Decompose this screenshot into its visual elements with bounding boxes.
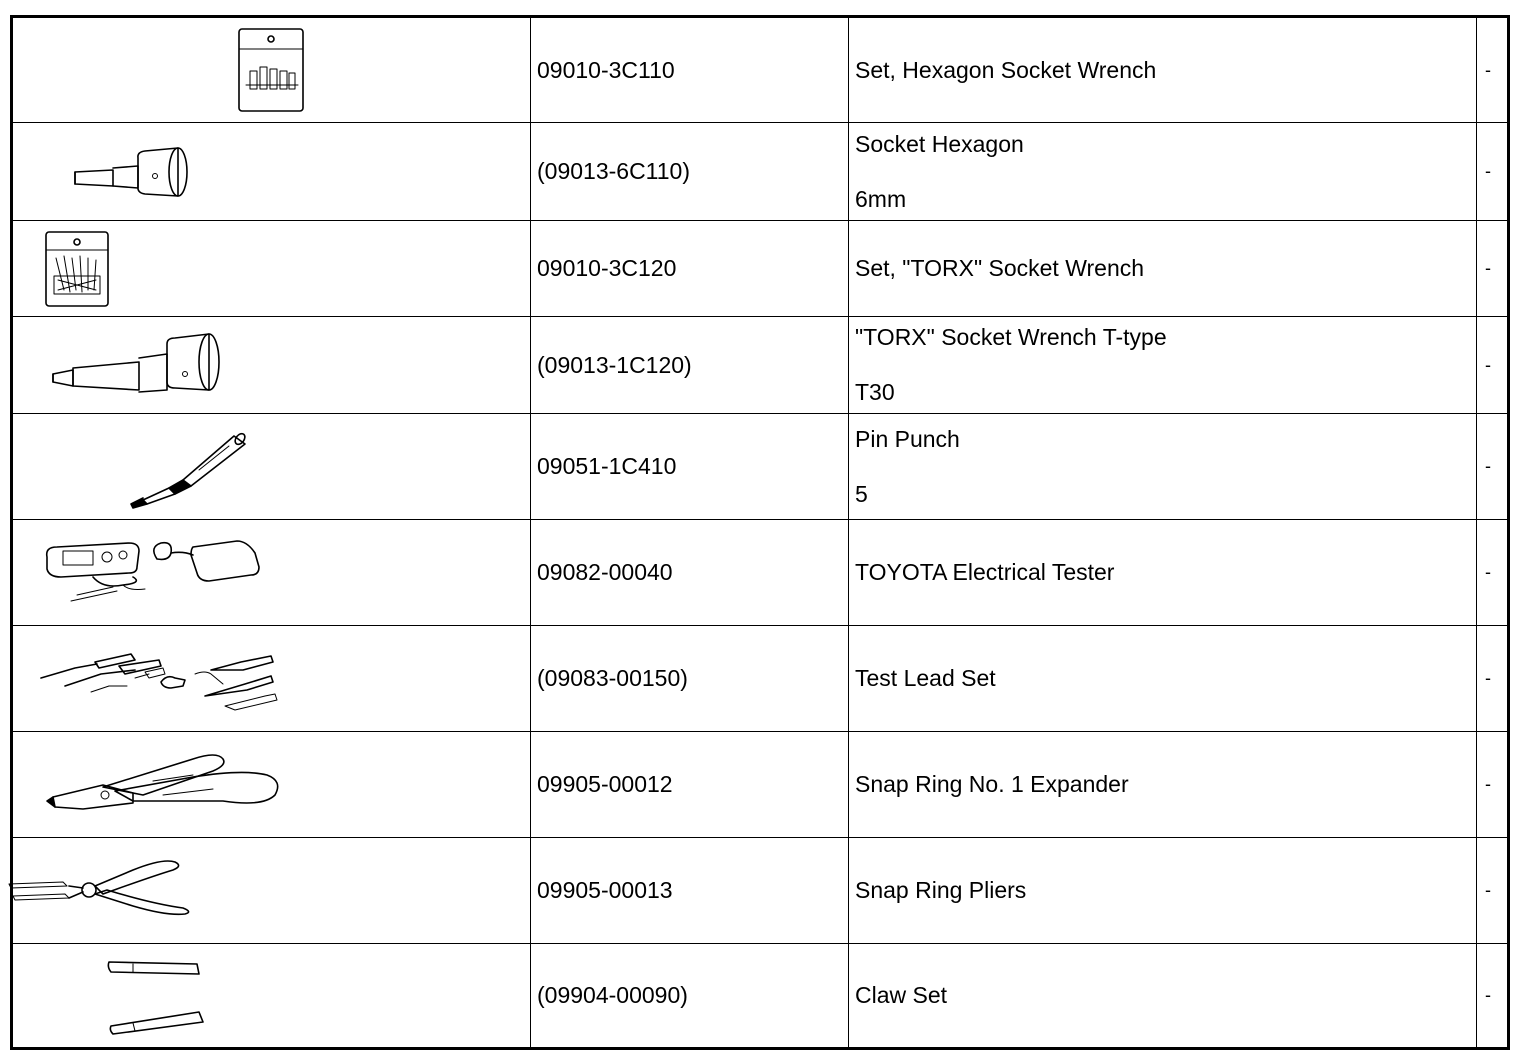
tool-name-cell: Set, "TORX" Socket Wrench bbox=[848, 220, 1477, 317]
tool-name: Snap Ring Pliers bbox=[855, 877, 1027, 903]
part-number: 09082-00040 bbox=[530, 519, 849, 626]
special-service-tools-table: 09010-3C110 Set, Hexagon Socket Wrench -… bbox=[8, 15, 1510, 1050]
tool-size: 6mm bbox=[855, 185, 907, 212]
note-dash: - bbox=[1485, 562, 1491, 582]
note-dash: - bbox=[1485, 668, 1491, 688]
tool-name-cell: "TORX" Socket Wrench T-type T30 bbox=[848, 316, 1477, 414]
note-dash: - bbox=[1485, 880, 1491, 900]
tool-name: "TORX" Socket Wrench T-type bbox=[855, 324, 1167, 350]
tool-name: TOYOTA Electrical Tester bbox=[855, 559, 1115, 585]
tool-size: T30 bbox=[855, 379, 895, 405]
tool-illustration-cell bbox=[11, 16, 531, 123]
table-row: (09083-00150) Test Lead Set - bbox=[11, 625, 1509, 732]
part-number: 09051-1C410 bbox=[530, 413, 849, 520]
note-dash: - bbox=[1485, 59, 1491, 80]
table-row: 09010-3C110 Set, Hexagon Socket Wrench - bbox=[11, 16, 1509, 123]
claw-set-icon bbox=[107, 960, 204, 1035]
part-number: 09010-3C120 bbox=[530, 220, 849, 317]
tool-name-cell: Test Lead Set bbox=[848, 625, 1477, 732]
tool-name-cell: Snap Ring Pliers bbox=[848, 837, 1477, 944]
tool-name-cell: Snap Ring No. 1 Expander bbox=[848, 731, 1477, 838]
part-number: (09013-1C120) bbox=[530, 316, 849, 414]
part-number: 09905-00012 bbox=[530, 731, 849, 838]
note-cell: - bbox=[1476, 625, 1509, 732]
tool-illustration-cell bbox=[11, 943, 531, 1049]
note-cell: - bbox=[1476, 731, 1509, 838]
tool-illustration-cell bbox=[11, 731, 531, 838]
table-row: 09051-1C410 Pin Punch 5 - bbox=[11, 413, 1509, 520]
note-cell: - bbox=[1476, 316, 1509, 414]
note-dash: - bbox=[1485, 258, 1491, 278]
note-dash: - bbox=[1485, 774, 1491, 794]
tool-name: Claw Set bbox=[855, 982, 948, 1008]
note-cell: - bbox=[1476, 943, 1509, 1049]
tool-illustration-cell bbox=[11, 122, 531, 221]
note-cell: - bbox=[1476, 16, 1509, 123]
snap-ring-pliers-icon bbox=[8, 859, 190, 915]
note-dash: - bbox=[1485, 456, 1491, 476]
part-number: 09010-3C110 bbox=[530, 16, 849, 123]
tool-illustration-cell bbox=[8, 837, 531, 944]
note-dash: - bbox=[1485, 161, 1491, 181]
part-number: (09013-6C110) bbox=[530, 122, 849, 221]
tool-name: Snap Ring No. 1 Expander bbox=[855, 771, 1129, 797]
tool-name-cell: Socket Hexagon 6mm bbox=[848, 122, 1477, 221]
table-row: 09082-00040 TOYOTA Electrical Tester - bbox=[11, 519, 1509, 626]
test-lead-set-icon bbox=[40, 652, 278, 710]
table-row: 09905-00013 Snap Ring Pliers - bbox=[8, 837, 1509, 944]
pin-punch-icon bbox=[130, 432, 246, 509]
tool-name-cell: TOYOTA Electrical Tester bbox=[848, 519, 1477, 626]
table-row: (09013-6C110) Socket Hexagon 6mm - bbox=[11, 122, 1509, 221]
tool-name: Socket Hexagon bbox=[855, 130, 1024, 157]
part-number: 09905-00013 bbox=[530, 837, 849, 944]
part-number: (09083-00150) bbox=[530, 625, 849, 732]
snap-ring-expander-icon bbox=[46, 753, 279, 810]
torx-socket-wrench-set-icon bbox=[45, 230, 109, 307]
part-number: (09904-00090) bbox=[530, 943, 849, 1049]
tool-size: 5 bbox=[855, 480, 868, 507]
tool-name-cell: Pin Punch 5 bbox=[848, 413, 1477, 520]
note-dash: - bbox=[1485, 354, 1491, 375]
hexagon-socket-wrench-set-icon bbox=[237, 28, 304, 112]
note-dash: - bbox=[1485, 985, 1491, 1005]
tool-name: Test Lead Set bbox=[855, 665, 996, 691]
tool-name: Set, "TORX" Socket Wrench bbox=[855, 255, 1145, 281]
tool-illustration-cell bbox=[11, 625, 531, 732]
tool-illustration-cell bbox=[11, 316, 531, 414]
table-row: (09013-1C120) "TORX" Socket Wrench T-typ… bbox=[11, 316, 1509, 414]
electrical-tester-icon bbox=[45, 539, 260, 601]
tool-name: Set, Hexagon Socket Wrench bbox=[855, 56, 1157, 83]
tool-illustration-cell bbox=[11, 413, 531, 520]
torx-socket-icon bbox=[52, 333, 220, 393]
table-row: 09905-00012 Snap Ring No. 1 Expander - bbox=[11, 731, 1509, 838]
tool-illustration-cell bbox=[11, 519, 531, 626]
tool-illustration-cell bbox=[11, 220, 531, 317]
tool-name-cell: Set, Hexagon Socket Wrench bbox=[848, 16, 1477, 123]
note-cell: - bbox=[1476, 220, 1509, 317]
table-row: 09010-3C120 Set, "TORX" Socket Wrench - bbox=[11, 220, 1509, 317]
note-cell: - bbox=[1476, 837, 1509, 944]
hexagon-socket-icon bbox=[74, 146, 188, 197]
note-cell: - bbox=[1476, 413, 1509, 520]
tool-name-cell: Claw Set bbox=[848, 943, 1477, 1049]
tool-name: Pin Punch bbox=[855, 425, 960, 452]
table-row: (09904-00090) Claw Set - bbox=[11, 943, 1509, 1049]
note-cell: - bbox=[1476, 519, 1509, 626]
note-cell: - bbox=[1476, 122, 1509, 221]
